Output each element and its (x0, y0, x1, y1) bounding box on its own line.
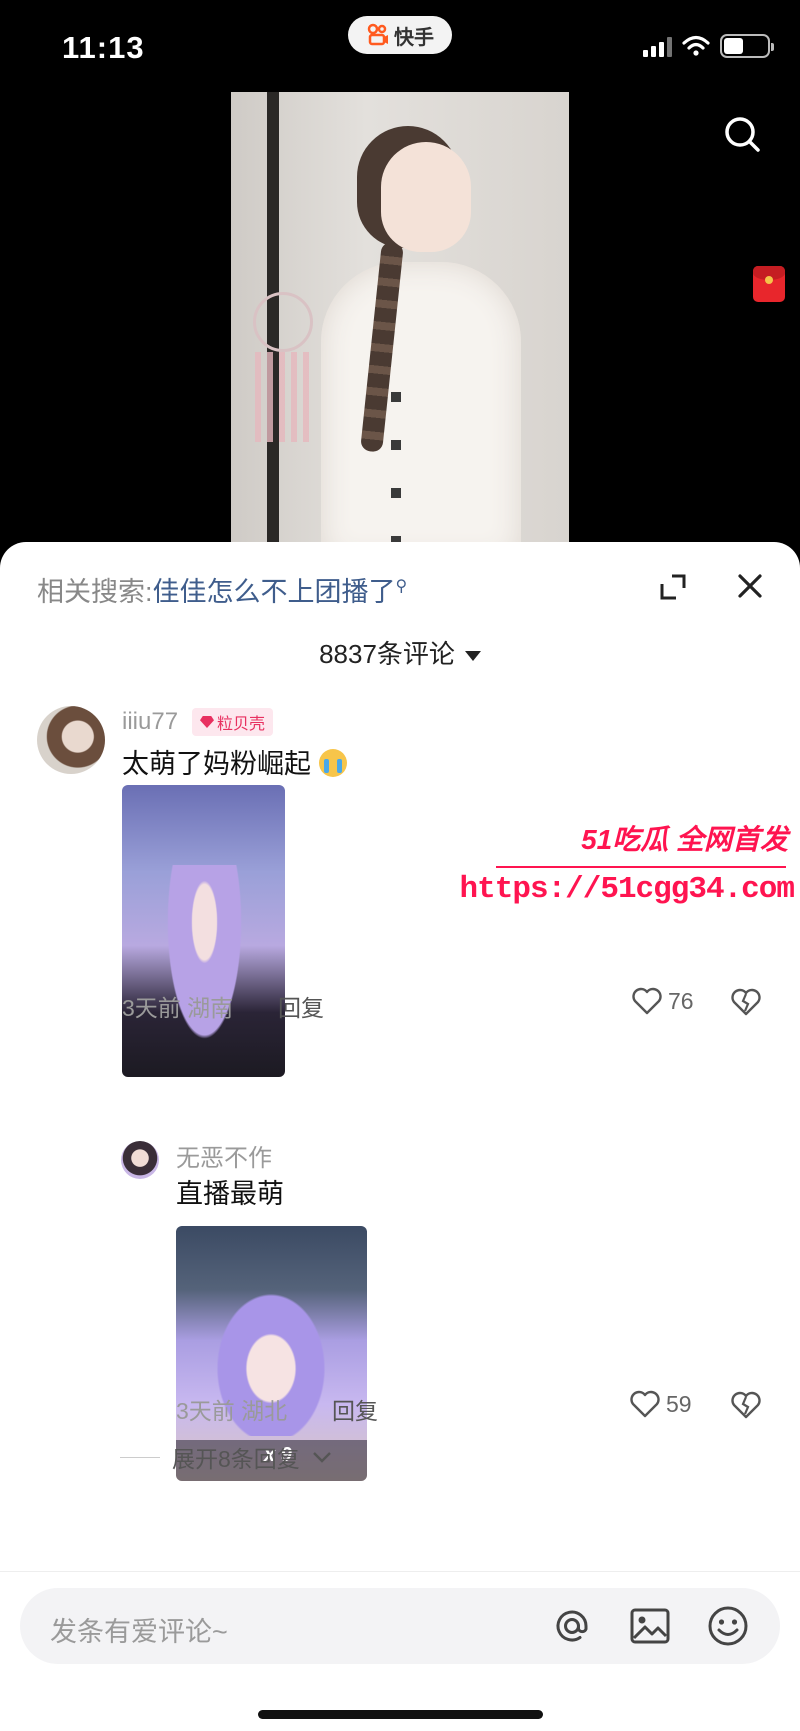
mention-icon[interactable] (550, 1604, 594, 1648)
battery-icon (720, 34, 774, 58)
comment-count-text: 8837条评论 (319, 639, 455, 669)
watermark-brand: 51吃瓜 全网首发 (581, 824, 788, 855)
crying-emoji-icon (318, 749, 347, 777)
like-count: 59 (666, 1390, 692, 1417)
like-count: 76 (668, 987, 694, 1014)
app-pill[interactable]: 快手 (348, 16, 452, 54)
home-indicator[interactable] (258, 1710, 543, 1719)
reply-button[interactable]: 回复 (332, 1392, 378, 1426)
reply-time-location: 3天前 湖北 (176, 1398, 288, 1424)
watermark: 51吃瓜 全网首发 https://51cgg34.com (460, 818, 796, 914)
comment-time-location: 3天前 湖南 (122, 995, 234, 1021)
comment-count[interactable]: 8837条评论 (0, 634, 800, 671)
comment-input-placeholder: 发条有爱评论~ (50, 1617, 228, 1647)
video-player[interactable] (0, 92, 800, 552)
heart-icon (632, 987, 662, 1015)
avatar[interactable] (37, 706, 105, 774)
video-frame[interactable] (231, 92, 569, 552)
reply-button[interactable]: 回复 (278, 989, 324, 1023)
avatar[interactable] (121, 1141, 159, 1179)
cellular-signal-icon (643, 35, 672, 57)
search-icon[interactable] (722, 114, 762, 154)
comment-text: 太萌了妈粉崛起 (122, 742, 347, 781)
user-badge: 粒贝壳 (192, 708, 274, 736)
chevron-down-icon (312, 1452, 331, 1463)
broken-heart-icon[interactable] (730, 987, 762, 1017)
fullscreen-icon[interactable] (658, 572, 688, 602)
reply-username[interactable]: 无恶不作 (176, 1138, 272, 1173)
status-time: 11:13 (62, 30, 145, 65)
related-search[interactable]: 相关搜索:佳佳怎么不上团播了⚲ (37, 570, 407, 609)
reply-text: 直播最萌 (176, 1179, 284, 1209)
emoji-icon[interactable] (706, 1604, 750, 1648)
comment-input-bar: 发条有爱评论~ (0, 1571, 800, 1731)
related-search-keyword[interactable]: 佳佳怎么不上团播了 (153, 577, 396, 607)
comment-username[interactable]: iiiu77 (122, 708, 178, 736)
related-search-label: 相关搜索: (37, 577, 153, 607)
app-name: 快手 (394, 26, 434, 49)
search-small-icon: ⚲ (395, 578, 408, 595)
expand-replies-button[interactable]: 展开8条回复 (120, 1440, 332, 1474)
watermark-url: https://51cgg34.com (459, 872, 795, 907)
close-icon[interactable] (736, 572, 764, 600)
kuaishou-logo-icon (366, 23, 390, 47)
like-button[interactable]: 76 (632, 987, 694, 1015)
like-button[interactable]: 59 (630, 1390, 692, 1418)
expand-replies-label: 展开8条回复 (172, 1446, 300, 1472)
wifi-icon (682, 35, 710, 56)
status-bar: 11:13 快手 (0, 0, 800, 92)
status-icons (643, 34, 774, 58)
comment-image[interactable] (122, 785, 285, 1077)
comment-input[interactable]: 发条有爱评论~ (20, 1588, 780, 1664)
image-icon[interactable] (628, 1604, 672, 1648)
badge-label: 粒贝壳 (217, 716, 266, 733)
caret-down-icon (464, 651, 481, 662)
comments-sheet: 相关搜索:佳佳怎么不上团播了⚲ 8837条评论 iiiu77 粒贝壳 太萌了妈粉… (0, 542, 800, 1731)
gem-icon (200, 716, 214, 728)
broken-heart-icon[interactable] (730, 1390, 762, 1420)
red-packet-icon[interactable] (753, 266, 785, 302)
heart-icon (630, 1390, 660, 1418)
